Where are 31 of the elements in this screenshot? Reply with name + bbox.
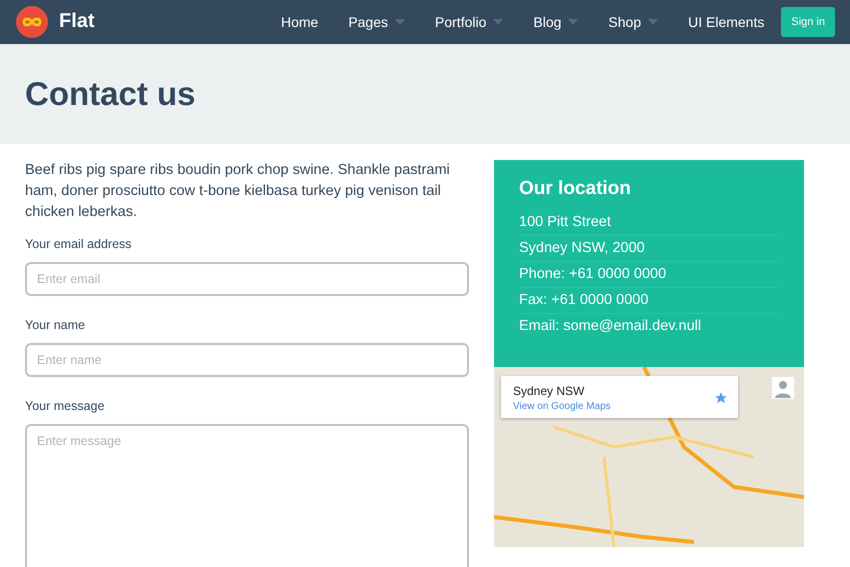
intro-text: Beef ribs pig spare ribs boudin pork chop swine. Shankle pastrami ham, doner prosciutto cow t-bone kielbasa turkey pig venison tail chicken leberkas. — [25, 161, 451, 222]
star-icon[interactable] — [714, 391, 728, 405]
nav-link[interactable]: Shop — [593, 14, 674, 30]
field-label: Your message — [25, 399, 104, 413]
brand-name[interactable]: Flat — [59, 10, 95, 33]
map-placeholder[interactable]: Sydney NSW View on Google Maps — [494, 367, 804, 547]
address-line: Sydney NSW, 2000 — [519, 236, 779, 262]
location-title: Our location — [519, 178, 632, 200]
nav-link[interactable]: Pages — [333, 14, 420, 30]
address-line: 100 Pitt Street — [519, 210, 779, 236]
input-field[interactable]: Enter email — [25, 262, 469, 296]
address-line: Phone: +61 0000 0000 — [519, 262, 779, 288]
message-field[interactable]: Enter message — [25, 424, 469, 567]
page-title: Contact us — [25, 75, 196, 113]
nav-link[interactable]: UI Elements — [673, 14, 780, 30]
nav-link[interactable]: Home — [266, 14, 334, 30]
avatar-icon — [772, 377, 794, 399]
nav-link[interactable]: Portfolio — [420, 14, 518, 30]
nav-link[interactable]: Blog — [518, 14, 594, 30]
field-label: Your name — [25, 318, 85, 332]
caret-icon — [568, 18, 578, 24]
view-on-map-link[interactable]: View on Google Maps — [513, 401, 611, 412]
caret-icon — [493, 18, 504, 24]
place-name: Sydney NSW — [513, 384, 586, 398]
address-line: Fax: +61 0000 0000 — [519, 288, 779, 314]
caret-icon — [395, 18, 406, 24]
infinity-logo-icon — [16, 6, 48, 38]
address-line: Email: some@email.dev.null — [519, 317, 702, 336]
input-field[interactable]: Enter name — [25, 343, 469, 377]
field-label: Your email address — [25, 237, 132, 251]
caret-icon — [648, 18, 658, 24]
